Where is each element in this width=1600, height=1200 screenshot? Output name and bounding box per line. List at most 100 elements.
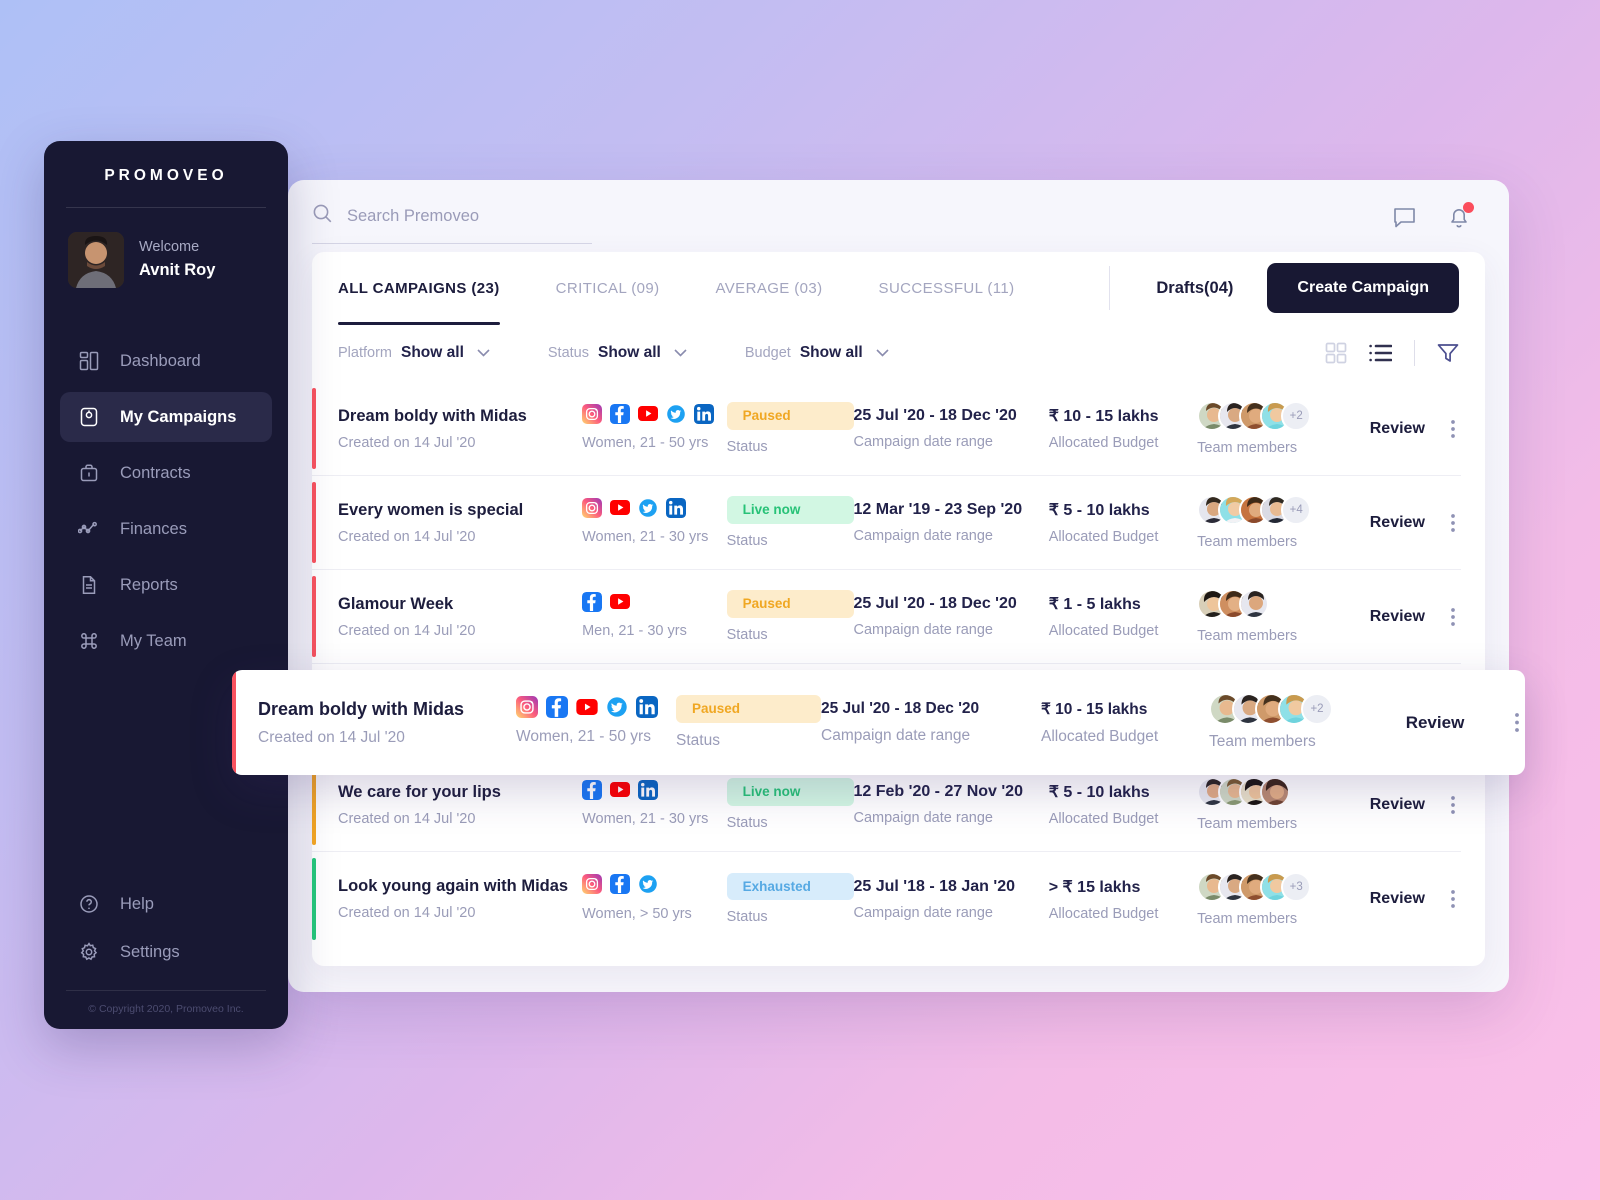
status-label: Status: [726, 909, 768, 926]
campaign-date-range: 25 Jul '20 - 18 Dec '20: [853, 595, 1017, 612]
table-row[interactable]: Dream boldy with Midas Created on 14 Jul…: [312, 382, 1461, 476]
date-cell: 25 Jul '20 - 18 Dec '20 Campaign date ra…: [854, 407, 1049, 450]
highlighted-campaign-card[interactable]: Dream boldy with Midas Created on 14 Jul…: [232, 670, 1525, 775]
platform-icons: [582, 403, 727, 429]
tab-successful[interactable]: SUCCESSFUL (11): [879, 258, 1015, 319]
campaign-created: Created on 14 Jul '20: [338, 622, 476, 639]
filter-budget[interactable]: Budget Show all: [745, 344, 889, 362]
sidebar-item-my-campaigns[interactable]: My Campaigns: [60, 392, 272, 442]
avatar-group[interactable]: +2: [1209, 693, 1375, 725]
user-profile[interactable]: Welcome Avnit Roy: [44, 208, 288, 288]
table-row[interactable]: Glamour Week Created on 14 Jul '20 Men, …: [312, 570, 1461, 664]
campaign-name-cell: Glamour Week Created on 14 Jul '20: [338, 595, 582, 639]
sidebar-item-settings[interactable]: Settings: [60, 930, 272, 974]
avatar-group[interactable]: +2: [1197, 401, 1343, 431]
sidebar-item-label: My Campaigns: [120, 407, 237, 426]
row-status-bar: [312, 576, 316, 657]
platform-icons: [582, 779, 727, 802]
status-badge: Live now: [726, 496, 854, 524]
avatar-group[interactable]: +3: [1197, 871, 1343, 902]
avatar-group[interactable]: +4: [1197, 495, 1343, 525]
instagram-icon: [582, 497, 603, 523]
avatar-overflow-count: +3: [1281, 871, 1312, 902]
bell-icon[interactable]: [1447, 202, 1474, 230]
filter-platform-label: Platform: [338, 345, 392, 361]
status-badge: Exhausted: [726, 872, 854, 901]
create-campaign-button[interactable]: Create Campaign: [1267, 263, 1459, 313]
tab-critical[interactable]: CRITICAL (09): [556, 258, 660, 319]
main-panel: ALL CAMPAIGNS (23) CRITICAL (09) AVERAGE…: [288, 180, 1509, 992]
platforms-cell: Women, 21 - 50 yrs: [516, 695, 676, 746]
youtube-icon: [610, 782, 631, 802]
youtube-icon: [610, 500, 631, 520]
instagram-icon: [516, 695, 538, 723]
tab-divider: [1109, 266, 1111, 310]
review-cell: Review: [1375, 713, 1495, 733]
gear-icon: [78, 941, 100, 963]
list-view-icon[interactable]: [1369, 343, 1392, 363]
chat-bubble-icon[interactable]: [1392, 205, 1417, 230]
budget-cell: ₹ 10 - 15 lakhs Allocated Budget: [1041, 700, 1209, 746]
drafts-link[interactable]: Drafts(04): [1156, 279, 1233, 298]
avatar-group[interactable]: [1197, 777, 1343, 807]
review-button[interactable]: Review: [1370, 420, 1425, 437]
tab-average[interactable]: AVERAGE (03): [715, 258, 822, 319]
grid-view-icon[interactable]: [1325, 342, 1347, 364]
avatar-group[interactable]: [1197, 589, 1343, 619]
sidebar-item-reports[interactable]: Reports: [60, 560, 272, 610]
search-input[interactable]: [347, 206, 592, 226]
platform-icons: [582, 497, 727, 523]
more-options-icon[interactable]: [1515, 713, 1525, 732]
campaign-created: Created on 14 Jul '20: [338, 905, 476, 921]
briefcase-icon: [78, 462, 100, 484]
filter-status-value: Show all: [597, 344, 661, 361]
filter-status[interactable]: Status Show all: [548, 344, 687, 362]
campaign-name-cell: Dream boldy with Midas Created on 14 Jul…: [338, 407, 582, 451]
sidebar-item-my-team[interactable]: My Team: [60, 616, 272, 666]
notification-badge: [1463, 202, 1474, 213]
sidebar-item-label: Finances: [120, 519, 187, 538]
review-button[interactable]: Review: [1406, 713, 1465, 732]
more-options-icon[interactable]: [1451, 513, 1461, 532]
platforms-cell: Women, > 50 yrs: [582, 874, 727, 922]
platform-icons: [582, 591, 727, 614]
review-button[interactable]: Review: [1370, 514, 1425, 531]
campaign-title: Every women is special: [338, 500, 524, 519]
user-name: Avnit Roy: [139, 260, 216, 279]
status-cell: Paused Status: [726, 402, 854, 455]
tab-all-campaigns[interactable]: ALL CAMPAIGNS (23): [338, 258, 500, 325]
campaign-name-cell: Look young again with Midas Created on 1…: [338, 877, 582, 921]
sidebar-bottom-nav: Help Settings: [44, 882, 288, 974]
youtube-icon: [610, 594, 631, 614]
filter-budget-label: Budget: [744, 345, 791, 361]
budget-cell: ₹ 1 - 5 lakhs Allocated Budget: [1049, 594, 1197, 639]
top-bar: [288, 180, 1509, 255]
campaign-audience: Women, 21 - 50 yrs: [582, 435, 709, 451]
filter-platform[interactable]: Platform Show all: [338, 344, 490, 362]
platforms-cell: Women, 21 - 50 yrs: [582, 403, 727, 451]
instagram-icon: [582, 874, 603, 899]
linkedin-icon: [694, 403, 715, 429]
sidebar-item-finances[interactable]: Finances: [60, 504, 272, 554]
status-cell: Paused Status: [676, 695, 821, 750]
more-options-icon[interactable]: [1451, 419, 1461, 438]
sidebar-item-dashboard[interactable]: Dashboard: [60, 336, 272, 386]
more-options-icon[interactable]: [1451, 607, 1461, 626]
review-button[interactable]: Review: [1370, 890, 1425, 907]
campaign-budget: ₹ 5 - 10 lakhs: [1048, 502, 1150, 519]
welcome-label: Welcome: [139, 239, 200, 256]
filter-funnel-icon[interactable]: [1437, 343, 1459, 363]
table-row[interactable]: Every women is special Created on 14 Jul…: [312, 476, 1461, 570]
more-options-icon[interactable]: [1451, 795, 1461, 814]
status-badge: Paused: [726, 590, 854, 618]
table-row[interactable]: Look young again with Midas Created on 1…: [312, 852, 1461, 946]
status-cell: Live now Status: [726, 496, 854, 549]
sidebar-item-contracts[interactable]: Contracts: [60, 448, 272, 498]
search-box[interactable]: [312, 203, 592, 244]
review-button[interactable]: Review: [1370, 796, 1425, 813]
sidebar-item-help[interactable]: Help: [60, 882, 272, 926]
chevron-down-icon: [477, 344, 490, 362]
more-options-icon[interactable]: [1451, 890, 1461, 908]
status-label: Status: [726, 626, 768, 643]
review-button[interactable]: Review: [1370, 608, 1425, 625]
